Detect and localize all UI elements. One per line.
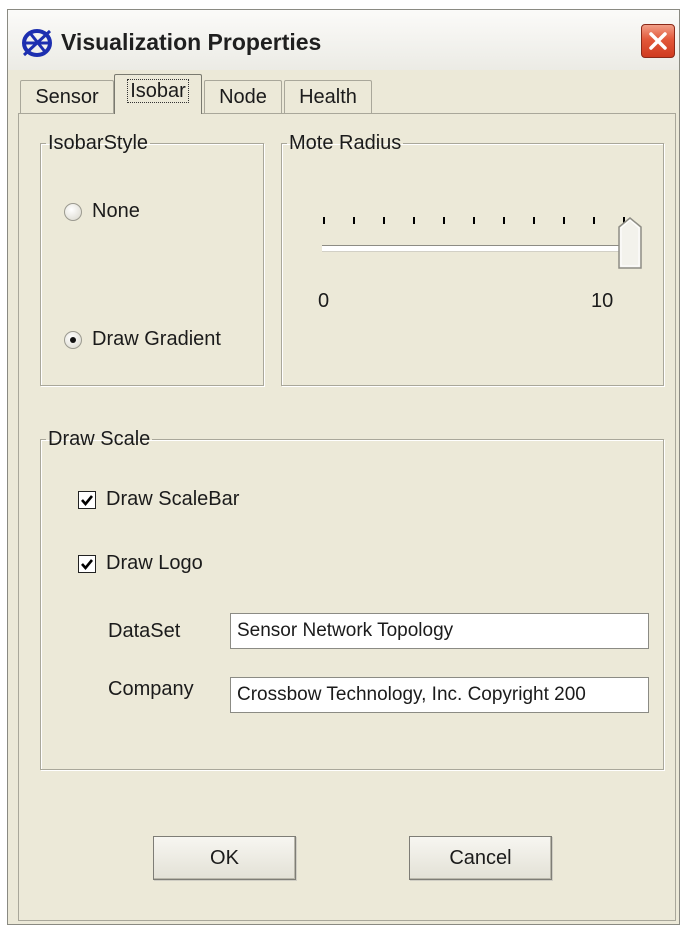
draw-logo-checkbox[interactable]: [78, 555, 96, 573]
slider-tick: [593, 217, 595, 224]
window-title: Visualization Properties: [61, 29, 322, 55]
dataset-field[interactable]: Sensor Network Topology: [230, 613, 649, 649]
draw-logo-label[interactable]: Draw Logo: [106, 552, 203, 575]
slider-tick: [503, 217, 505, 224]
slider-thumb[interactable]: [618, 217, 642, 269]
tab-sensor[interactable]: Sensor: [20, 80, 114, 113]
draw-scalebar-label[interactable]: Draw ScaleBar: [106, 488, 239, 511]
slider-min-label: 0: [318, 290, 330, 312]
title-bar[interactable]: Visualization Properties: [8, 10, 679, 70]
radio-draw-gradient-label[interactable]: Draw Gradient: [92, 328, 221, 351]
slider-tick: [323, 217, 325, 224]
draw-scalebar-checkbox[interactable]: [78, 491, 96, 509]
draw-scale-legend: Draw Scale: [48, 428, 151, 450]
tab-isobar[interactable]: Isobar: [114, 74, 202, 114]
draw-scale-group: Draw Scale: [40, 428, 664, 770]
app-logo-icon: [22, 29, 52, 57]
slider-tick: [383, 217, 385, 224]
tab-health[interactable]: Health: [284, 80, 372, 113]
radio-none-label[interactable]: None: [92, 200, 140, 223]
close-icon: [649, 32, 667, 50]
tab-node[interactable]: Node: [204, 80, 282, 113]
checkmark-icon: [81, 559, 94, 571]
radio-none[interactable]: [64, 203, 82, 221]
company-label: Company: [108, 678, 194, 700]
slider-tick: [563, 217, 565, 224]
mote-radius-legend: Mote Radius: [289, 132, 402, 154]
checkmark-icon: [81, 495, 94, 507]
slider-tick: [473, 217, 475, 224]
tab-strip: Sensor Isobar Node Health: [18, 74, 676, 118]
dataset-label: DataSet: [108, 620, 181, 642]
close-button[interactable]: [641, 24, 675, 58]
slider-max-label: 10: [591, 290, 614, 312]
tab-label: Node: [219, 86, 267, 108]
slider-tick: [353, 217, 355, 224]
slider-track[interactable]: [322, 245, 638, 251]
slider-tick: [443, 217, 445, 224]
cancel-button[interactable]: Cancel: [409, 836, 552, 880]
tab-label: Isobar: [127, 79, 189, 103]
visualization-properties-dialog: Visualization Properties Sensor Isobar N…: [7, 9, 680, 925]
mote-radius-group: Mote Radius: [281, 132, 664, 386]
radio-draw-gradient[interactable]: [64, 331, 82, 349]
slider-tick: [413, 217, 415, 224]
ok-button[interactable]: OK: [153, 836, 296, 880]
tab-label: Sensor: [35, 86, 99, 108]
isobar-style-legend: IsobarStyle: [48, 132, 149, 154]
slider-tick: [533, 217, 535, 224]
tab-label: Health: [299, 86, 357, 108]
company-field[interactable]: Crossbow Technology, Inc. Copyright 200: [230, 677, 649, 713]
